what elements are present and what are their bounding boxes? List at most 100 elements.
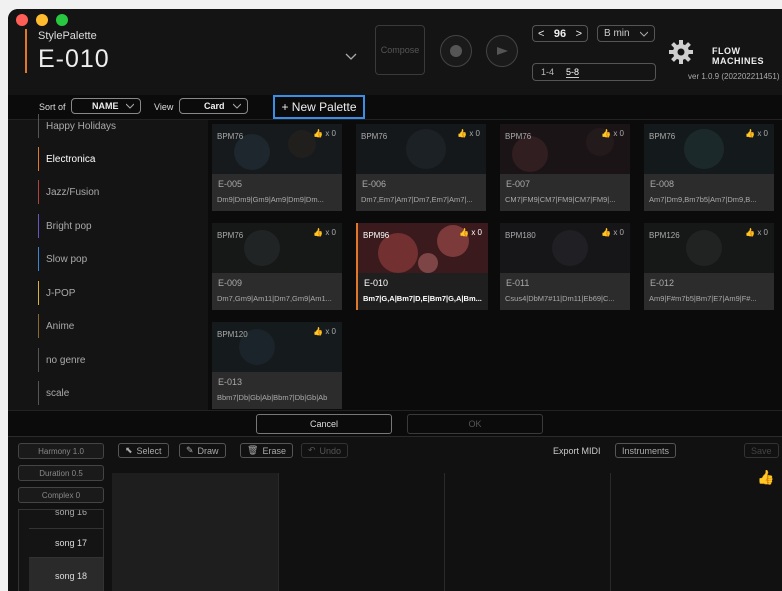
draw-tool-button[interactable]: ✎ Draw	[179, 443, 226, 458]
tempo-increase-icon[interactable]: >	[576, 28, 582, 40]
tempo-decrease-icon[interactable]: <	[538, 28, 544, 40]
sidebar-item-label: Jazz/Fusion	[46, 186, 100, 198]
card-likes: 👍 x 0	[313, 129, 336, 138]
palette-card-e-007[interactable]: BPM76 👍 x 0 E-007 CM7|FM9|CM7|FM9|CM7|FM…	[500, 124, 630, 211]
chevron-down-icon	[233, 103, 241, 109]
cursor-icon: ⬉	[125, 445, 133, 455]
piano-roll-track-2[interactable]	[278, 473, 445, 591]
thumbs-up-icon: 👍	[313, 228, 324, 237]
piano-roll-track-4[interactable]	[610, 473, 782, 591]
bar-range-selector[interactable]: 1-4 5-8	[532, 63, 656, 81]
duration-param[interactable]: Duration 0.5	[18, 465, 104, 481]
bar-range-1[interactable]: 1-4	[541, 67, 554, 77]
undo-button[interactable]: ↶ Undo	[301, 443, 349, 458]
palette-card-e-013[interactable]: BPM120 👍 x 0 E-013 Bbm7|Db|Gb|Ab|Bbm7|Db…	[212, 322, 342, 409]
card-id: E-005	[218, 179, 243, 189]
card-like-count: x 0	[757, 228, 768, 237]
pencil-icon: ✎	[186, 445, 194, 455]
card-bpm: BPM76	[505, 132, 532, 141]
sort-value: NAME	[92, 101, 119, 111]
card-bpm: BPM96	[363, 231, 390, 240]
gear-icon[interactable]	[668, 39, 694, 65]
tempo-stepper[interactable]: < 96 >	[532, 25, 588, 42]
cancel-button[interactable]: Cancel	[256, 414, 392, 434]
view-label: View	[154, 102, 174, 112]
compose-button[interactable]: Compose	[375, 25, 425, 75]
sidebar-item-bright-pop[interactable]: Bright pop	[38, 214, 92, 238]
trash-icon: 🗑	[247, 445, 259, 455]
song-item-selected[interactable]: song 18	[29, 557, 103, 591]
card-likes: 👍 x 0	[457, 129, 480, 138]
palette-card-e-010[interactable]: BPM96 👍 x 0 E-010 Bm7|G,A|Bm7|D,E|Bm7|G,…	[356, 223, 488, 310]
card-likes: 👍 x 0	[313, 228, 336, 237]
sidebar-item-jazz-fusion[interactable]: Jazz/Fusion	[38, 180, 99, 204]
draw-tool-label: Draw	[197, 445, 219, 456]
card-bpm: BPM76	[217, 231, 244, 240]
sidebar-item-label: scale	[46, 387, 70, 399]
new-palette-button[interactable]: + New Palette	[273, 95, 365, 119]
toolbar: Sort of NAME View Card + New Palette	[8, 95, 782, 120]
sidebar-item-happy-holidays[interactable]: Happy Holidays	[38, 114, 116, 138]
zoom-window-button[interactable]	[56, 14, 68, 26]
card-chords: Dm7,Em7|Am7|Dm7,Em7|Am7|...	[361, 195, 473, 204]
ok-button[interactable]: OK	[407, 414, 543, 434]
instruments-button[interactable]: Instruments	[615, 443, 677, 458]
card-bpm: BPM180	[505, 231, 536, 240]
card-id: E-006	[362, 179, 387, 189]
card-like-count: x 0	[757, 129, 768, 138]
sidebar-item-j-pop[interactable]: J-POP	[38, 281, 75, 305]
piano-roll-track-3[interactable]	[444, 473, 611, 591]
thumbs-up-icon: 👍	[601, 228, 612, 237]
card-likes: 👍 x 0	[601, 228, 624, 237]
card-chords: CM7|FM9|CM7|FM9|CM7|FM9|...	[505, 195, 616, 204]
card-id: E-011	[506, 278, 530, 288]
song-item[interactable]: song 17	[29, 528, 103, 557]
play-button[interactable]	[486, 35, 518, 67]
view-select[interactable]: Card	[179, 98, 248, 114]
card-bpm: BPM126	[649, 231, 680, 240]
dialog-button-row: Cancel OK	[8, 410, 782, 437]
sidebar-item-slow-pop[interactable]: Slow pop	[38, 247, 87, 271]
complex-param[interactable]: Complex 0	[18, 487, 104, 503]
record-button[interactable]	[440, 35, 472, 67]
card-id: E-007	[506, 179, 531, 189]
card-bpm: BPM76	[217, 132, 244, 141]
card-id: E-010	[364, 278, 389, 288]
sidebar-item-anime[interactable]: Anime	[38, 314, 74, 338]
palette-card-e-005[interactable]: BPM76 👍 x 0 E-005 Dm9|Dm9|Gm9|Am9|Dm9|Dm…	[212, 124, 342, 211]
minimize-window-button[interactable]	[36, 14, 48, 26]
key-select[interactable]: B min	[597, 25, 655, 42]
palette-card-e-009[interactable]: BPM76 👍 x 0 E-009 Dm7,Gm9|Am11|Dm7,Gm9|A…	[212, 223, 342, 310]
card-chords: Bm7|G,A|Bm7|D,E|Bm7|G,A|Bm...	[363, 294, 482, 303]
palette-card-e-011[interactable]: BPM180 👍 x 0 E-011 Csus4|DbM7#11|Dm11|Eb…	[500, 223, 630, 310]
erase-tool-button[interactable]: 🗑 Erase	[240, 443, 293, 458]
palette-card-e-008[interactable]: BPM76 👍 x 0 E-008 Am7|Dm9,Bm7b5|Am7|Dm9,…	[644, 124, 774, 211]
export-midi-button[interactable]: Export MIDI	[553, 446, 601, 456]
song-list: song 16 song 17 song 18	[18, 509, 104, 591]
piano-roll-track-1[interactable]	[112, 473, 278, 591]
chevron-down-icon	[640, 31, 648, 37]
chevron-down-icon[interactable]	[345, 50, 357, 62]
sidebar-item-scale[interactable]: scale	[38, 381, 69, 405]
key-value: B min	[604, 28, 630, 39]
harmony-param[interactable]: Harmony 1.0	[18, 443, 104, 459]
bar-range-2[interactable]: 5-8	[566, 67, 580, 78]
song-item[interactable]: song 16	[29, 510, 103, 522]
card-likes: 👍 x 0	[313, 327, 336, 336]
thumbs-up-icon: 👍	[313, 129, 324, 138]
save-button[interactable]: Save	[744, 443, 779, 458]
card-likes: 👍 x 0	[601, 129, 624, 138]
palette-card-e-012[interactable]: BPM126 👍 x 0 E-012 Am9|F#m7b5|Bm7|E7|Am9…	[644, 223, 774, 310]
thumbs-up-icon: 👍	[601, 129, 612, 138]
sort-select[interactable]: NAME	[71, 98, 141, 114]
card-like-count: x 0	[325, 327, 336, 336]
select-tool-button[interactable]: ⬉ Select	[118, 443, 169, 458]
palette-card-e-006[interactable]: BPM76 👍 x 0 E-006 Dm7,Em7|Am7|Dm7,Em7|Am…	[356, 124, 486, 211]
sidebar-item-electronica[interactable]: Electronica	[38, 147, 95, 171]
thumbs-up-icon: 👍	[457, 129, 468, 138]
chevron-down-icon	[126, 103, 134, 109]
card-bpm: BPM76	[649, 132, 676, 141]
card-bpm: BPM76	[361, 132, 388, 141]
sidebar-item-no-genre[interactable]: no genre	[38, 348, 85, 372]
close-window-button[interactable]	[16, 14, 28, 26]
